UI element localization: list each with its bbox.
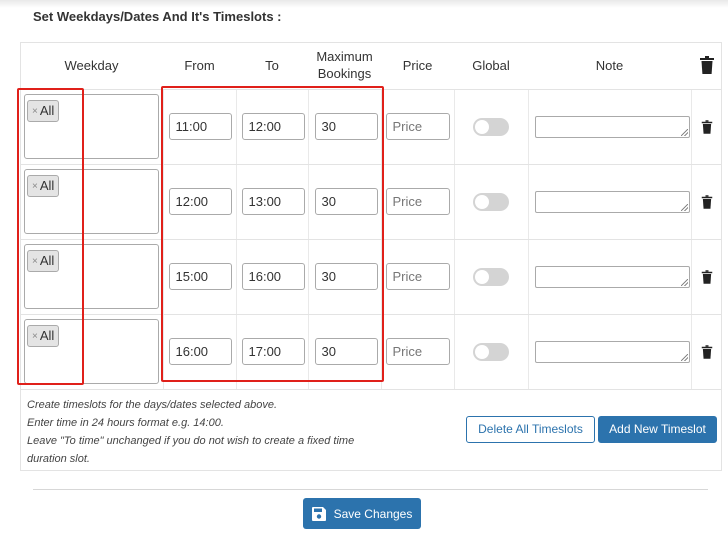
help-line-2: Enter time in 24 hours format e.g. 14:00… [27, 417, 224, 429]
header-delete [691, 42, 722, 90]
toggle-knob [475, 269, 489, 284]
note-textarea[interactable] [534, 340, 690, 363]
highlight-weekday-column [17, 88, 84, 385]
save-changes-button[interactable]: Save Changes [303, 498, 421, 529]
highlight-time-columns [161, 86, 384, 382]
global-toggle[interactable] [473, 342, 509, 361]
header-note: Note [528, 42, 691, 90]
header-global: Global [454, 42, 528, 90]
header-max-line1: Maximum [316, 49, 373, 65]
header-weekday: Weekday [20, 42, 163, 90]
help-line-1: Create timeslots for the days/dates sele… [27, 399, 278, 411]
global-toggle[interactable] [473, 117, 509, 136]
header-max-bookings: Maximum Bookings [308, 42, 381, 90]
price-input[interactable]: Price [385, 338, 450, 365]
save-changes-label: Save Changes [333, 506, 413, 521]
trash-icon[interactable] [701, 119, 713, 134]
toggle-knob [475, 194, 489, 209]
delete-all-timeslots-button[interactable]: Delete All Timeslots [466, 416, 595, 443]
price-input[interactable]: Price [385, 263, 450, 290]
resize-grip-icon[interactable] [680, 353, 688, 361]
table-header-row: Weekday From To Maximum Bookings Price Gl… [20, 42, 722, 90]
help-line-3: Leave "To time" unchanged if you do not … [27, 435, 355, 465]
toggle-knob [475, 344, 489, 359]
header-to: To [236, 42, 308, 90]
price-input[interactable]: Price [385, 113, 450, 140]
header-max-line2: Bookings [317, 66, 372, 82]
header-price: Price [381, 42, 454, 90]
note-textarea[interactable] [534, 265, 690, 288]
top-shadow [0, 0, 728, 8]
trash-icon[interactable] [701, 269, 713, 284]
help-text: Create timeslots for the days/dates sele… [27, 396, 387, 468]
divider [33, 489, 708, 490]
global-toggle[interactable] [473, 267, 509, 286]
trash-icon[interactable] [701, 194, 713, 209]
note-textarea[interactable] [534, 190, 690, 213]
section-heading: Set Weekdays/Dates And It's Timeslots : [33, 9, 282, 24]
header-from: From [163, 42, 236, 90]
floppy-disk-icon [311, 506, 326, 521]
price-input[interactable]: Price [385, 188, 450, 215]
trash-icon[interactable] [701, 344, 713, 359]
resize-grip-icon[interactable] [680, 278, 688, 286]
add-new-timeslot-button[interactable]: Add New Timeslot [598, 416, 717, 443]
trash-icon[interactable] [699, 56, 715, 75]
toggle-knob [475, 119, 489, 134]
global-toggle[interactable] [473, 192, 509, 211]
note-textarea[interactable] [534, 115, 690, 138]
resize-grip-icon[interactable] [680, 128, 688, 136]
resize-grip-icon[interactable] [680, 203, 688, 211]
